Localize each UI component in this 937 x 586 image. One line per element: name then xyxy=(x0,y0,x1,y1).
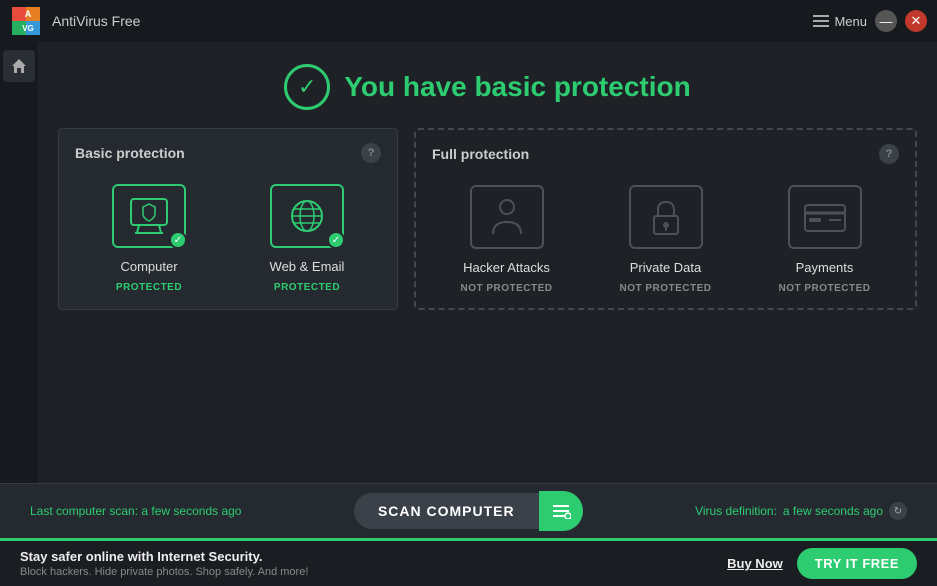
full-panel-help-button[interactable]: ? xyxy=(879,144,899,164)
sidebar xyxy=(0,42,38,483)
menu-button[interactable]: Menu xyxy=(813,14,867,29)
bottom-bar-subtitle: Block hackers. Hide private photos. Shop… xyxy=(20,566,308,578)
hacker-icon-bg xyxy=(470,185,544,249)
computer-icon xyxy=(127,197,171,235)
content-area: ✓ You have basic protection Basic protec… xyxy=(38,42,937,483)
full-protection-items: Hacker Attacks NOT PROTECTED xyxy=(432,182,899,294)
private-data-icon xyxy=(644,196,688,238)
web-email-icon xyxy=(285,197,329,235)
scan-computer-button[interactable]: SCAN COMPUTER xyxy=(354,493,539,529)
buy-now-link[interactable]: Buy Now xyxy=(727,556,783,571)
bottom-bar-title: Stay safer online with Internet Security… xyxy=(20,549,308,564)
close-button[interactable]: ✕ xyxy=(905,10,927,32)
hero-section: ✓ You have basic protection xyxy=(38,42,937,128)
full-protection-panel: Full protection ? xyxy=(414,128,917,310)
minimize-button[interactable]: — xyxy=(875,10,897,32)
avg-logo-icon: A VG xyxy=(12,7,44,35)
hacker-icon-container xyxy=(467,182,547,252)
payments-item-name: Payments xyxy=(796,260,854,275)
last-scan-label: Last computer scan: xyxy=(30,504,138,518)
basic-panel-help-button[interactable]: ? xyxy=(361,143,381,163)
full-panel-header: Full protection ? xyxy=(432,144,899,164)
computer-item-name: Computer xyxy=(120,259,177,274)
home-button[interactable] xyxy=(3,50,35,82)
window-controls: Menu — ✕ xyxy=(813,10,927,32)
basic-panel-title: Basic protection xyxy=(75,145,185,161)
web-email-check-badge: ✓ xyxy=(327,231,345,249)
payments-icon-bg xyxy=(788,185,862,249)
basic-panel-header: Basic protection ? xyxy=(75,143,381,163)
title-bar: A VG AntiVirus Free Menu — ✕ xyxy=(0,0,937,42)
bottom-bar-actions: Buy Now TRY IT FREE xyxy=(727,548,917,579)
basic-protection-panel: Basic protection ? xyxy=(58,128,398,310)
scan-options-button[interactable] xyxy=(539,491,583,531)
svg-text:VG: VG xyxy=(22,24,34,33)
virus-def-time: a few seconds ago xyxy=(783,504,883,518)
scan-options-icon xyxy=(551,503,571,519)
private-data-icon-bg xyxy=(629,185,703,249)
last-scan-time: a few seconds ago xyxy=(141,504,241,518)
bottom-bar-text: Stay safer online with Internet Security… xyxy=(20,549,308,578)
payments-icon xyxy=(801,198,849,236)
computer-item-status: PROTECTED xyxy=(116,282,182,293)
hamburger-icon xyxy=(813,15,829,27)
protection-status-icon: ✓ xyxy=(284,64,330,110)
private-data-icon-container xyxy=(626,182,706,252)
payments-item-status: NOT PROTECTED xyxy=(778,283,870,294)
panels-row: Basic protection ? xyxy=(38,128,937,310)
virus-definition-info: Virus definition: a few seconds ago ↻ xyxy=(695,502,907,520)
full-panel-title: Full protection xyxy=(432,146,529,162)
web-email-protection-item[interactable]: ✓ Web & Email PROTECTED xyxy=(233,181,381,293)
payments-item[interactable]: Payments NOT PROTECTED xyxy=(750,182,899,294)
computer-protection-item[interactable]: ✓ Computer PROTECTED xyxy=(75,181,223,293)
basic-protection-items: ✓ Computer PROTECTED xyxy=(75,181,381,293)
computer-check-badge: ✓ xyxy=(169,231,187,249)
scan-button-group[interactable]: SCAN COMPUTER xyxy=(354,491,583,531)
bottom-bar: Stay safer online with Internet Security… xyxy=(0,538,937,586)
hacker-icon xyxy=(485,196,529,238)
hacker-attacks-item[interactable]: Hacker Attacks NOT PROTECTED xyxy=(432,182,581,294)
refresh-button[interactable]: ↻ xyxy=(889,502,907,520)
private-data-item-name: Private Data xyxy=(630,260,702,275)
hacker-attacks-item-status: NOT PROTECTED xyxy=(460,283,552,294)
private-data-item[interactable]: Private Data NOT PROTECTED xyxy=(591,182,740,294)
try-free-button[interactable]: TRY IT FREE xyxy=(797,548,917,579)
virus-def-label: Virus definition: xyxy=(695,504,777,518)
web-email-icon-container: ✓ xyxy=(267,181,347,251)
home-icon xyxy=(11,58,27,74)
computer-icon-container: ✓ xyxy=(109,181,189,251)
last-scan-info: Last computer scan: a few seconds ago xyxy=(30,504,241,518)
app-name-label: AntiVirus Free xyxy=(52,13,140,29)
protection-status-title: You have basic protection xyxy=(344,71,690,103)
private-data-item-status: NOT PROTECTED xyxy=(619,283,711,294)
web-email-item-status: PROTECTED xyxy=(274,282,340,293)
app-logo: A VG AntiVirus Free xyxy=(12,7,140,35)
hacker-attacks-item-name: Hacker Attacks xyxy=(463,260,550,275)
scan-bar: Last computer scan: a few seconds ago SC… xyxy=(0,483,937,538)
web-email-item-name: Web & Email xyxy=(270,259,345,274)
svg-text:A: A xyxy=(25,9,32,19)
payments-icon-container xyxy=(785,182,865,252)
